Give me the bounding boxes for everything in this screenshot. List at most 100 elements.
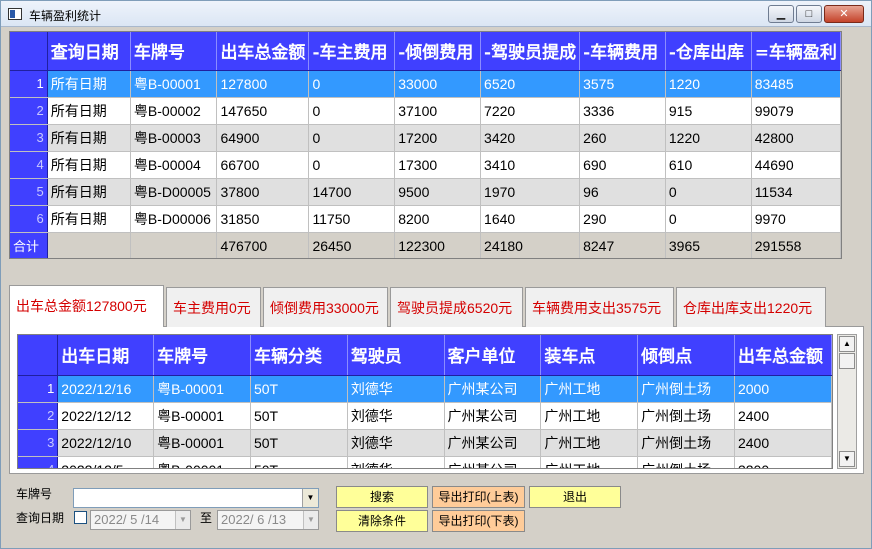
plate-combobox[interactable]: ▼ (73, 488, 319, 508)
col-header-customer[interactable]: 客户单位 (444, 335, 542, 376)
cell-dump-point[interactable]: 广州倒土场 (637, 375, 735, 403)
cell-plate[interactable]: 粤B-D00005 (130, 178, 218, 206)
cell-driver-commission[interactable]: 3410 (480, 151, 581, 179)
row-number[interactable]: 1 (18, 375, 59, 403)
cell-loading-point[interactable]: 广州工地 (540, 402, 639, 430)
summary-row[interactable]: 6 所有日期 粤B-D00006 31850 11750 8200 1640 2… (10, 205, 841, 233)
tab-driver-commission[interactable]: 驾驶员提成6520元 (390, 287, 523, 327)
col-header-owner-fee[interactable]: -车主费用 (308, 32, 396, 71)
cell-plate[interactable]: 粤B-00002 (130, 97, 218, 125)
cell-query-date[interactable]: 所有日期 (47, 70, 131, 98)
row-number[interactable]: 5 (10, 178, 48, 206)
date-to-picker[interactable]: 2022/ 6 /13 ▼ (217, 510, 319, 530)
cell-vehicle-class[interactable]: 50T (250, 456, 348, 468)
cell-plate[interactable]: 粤B-00001 (153, 456, 251, 468)
detail-grid[interactable]: 出车日期 车牌号 车辆分类 驾驶员 客户单位 装车点 倾倒点 出车总金额 1 2… (17, 334, 833, 469)
cell-warehouse-out[interactable]: 0 (665, 178, 752, 206)
detail-row[interactable]: 3 2022/12/10 粤B-00001 50T 刘德华 广州某公司 广州工地… (18, 429, 832, 457)
summary-row[interactable]: 5 所有日期 粤B-D00005 37800 14700 9500 1970 9… (10, 178, 841, 206)
summary-row[interactable]: 4 所有日期 粤B-00004 66700 0 17300 3410 690 6… (10, 151, 841, 179)
cell-owner-fee[interactable]: 0 (308, 97, 396, 125)
cell-driver-commission[interactable]: 1640 (480, 205, 581, 233)
cell-customer[interactable]: 广州某公司 (444, 402, 542, 430)
cell-vehicle-profit[interactable]: 44690 (751, 151, 841, 179)
tab-vehicle-fee[interactable]: 车辆费用支出3575元 (525, 287, 674, 327)
search-button[interactable]: 搜索 (336, 486, 428, 508)
cell-warehouse-out[interactable]: 610 (665, 151, 752, 179)
row-number[interactable]: 4 (18, 456, 59, 468)
cell-total-amount[interactable]: 37800 (216, 178, 310, 206)
cell-driver-commission[interactable]: 6520 (480, 70, 581, 98)
date-from-picker[interactable]: 2022/ 5 /14 ▼ (90, 510, 191, 530)
scroll-down-button[interactable]: ▼ (839, 451, 855, 467)
detail-row[interactable]: 1 2022/12/16 粤B-00001 50T 刘德华 广州某公司 广州工地… (18, 375, 832, 403)
cell-owner-fee[interactable]: 11750 (308, 205, 396, 233)
cell-vehicle-profit[interactable]: 83485 (751, 70, 841, 98)
cell-vehicle-fee[interactable]: 290 (579, 205, 666, 233)
col-header-vehicle-profit[interactable]: =车辆盈利 (751, 32, 841, 71)
cell-total-amount[interactable]: 147650 (216, 97, 310, 125)
col-header-trip-date[interactable]: 出车日期 (57, 335, 155, 376)
cell-vehicle-class[interactable]: 50T (250, 402, 348, 430)
cell-dump-fee[interactable]: 17200 (394, 124, 482, 152)
scroll-thumb[interactable] (839, 353, 855, 369)
row-number[interactable]: 2 (10, 97, 48, 125)
summary-row[interactable]: 3 所有日期 粤B-00003 64900 0 17200 3420 260 1… (10, 124, 841, 152)
cell-dump-point[interactable]: 广州倒土场 (637, 429, 735, 457)
cell-driver[interactable]: 刘德华 (347, 375, 445, 403)
tab-warehouse-out[interactable]: 仓库出库支出1220元 (676, 287, 826, 327)
cell-plate[interactable]: 粤B-D00006 (130, 205, 218, 233)
col-header-warehouse-out[interactable]: -仓库出库 (665, 32, 752, 71)
tab-dump-fee[interactable]: 倾倒费用33000元 (263, 287, 388, 327)
cell-driver-commission[interactable]: 7220 (480, 97, 581, 125)
date-filter-checkbox[interactable] (74, 511, 87, 524)
col-header-driver-commission[interactable]: -驾驶员提成 (480, 32, 581, 71)
cell-plate[interactable]: 粤B-00003 (130, 124, 218, 152)
cell-dump-fee[interactable]: 33000 (394, 70, 482, 98)
cell-trip-date[interactable]: 2022/12/5 (57, 456, 155, 468)
cell-plate[interactable]: 粤B-00001 (153, 375, 251, 403)
cell-total-amount[interactable]: 127800 (216, 70, 310, 98)
col-header-query-date[interactable]: 查询日期 (47, 32, 131, 71)
cell-query-date[interactable]: 所有日期 (47, 97, 131, 125)
maximize-button[interactable]: □ (796, 5, 822, 23)
detail-row[interactable]: 4 2022/12/5 粤B-00001 50T 刘德华 广州某公司 广州工地 … (18, 456, 832, 468)
cell-plate[interactable]: 粤B-00001 (130, 70, 218, 98)
cell-trip-amount[interactable]: 2400 (734, 402, 832, 430)
cell-plate[interactable]: 粤B-00004 (130, 151, 218, 179)
cell-warehouse-out[interactable]: 0 (665, 205, 752, 233)
cell-driver[interactable]: 刘德华 (347, 429, 445, 457)
cell-vehicle-class[interactable]: 50T (250, 429, 348, 457)
export-print-bottom-button[interactable]: 导出打印(下表) (432, 510, 525, 532)
date-to-dropdown[interactable]: ▼ (303, 511, 318, 529)
date-from-dropdown[interactable]: ▼ (175, 511, 190, 529)
col-header-loading-point[interactable]: 装车点 (540, 335, 639, 376)
cell-total-amount[interactable]: 64900 (216, 124, 310, 152)
cell-trip-date[interactable]: 2022/12/10 (57, 429, 155, 457)
cell-warehouse-out[interactable]: 915 (665, 97, 752, 125)
cell-vehicle-profit[interactable]: 11534 (751, 178, 841, 206)
cell-dump-fee[interactable]: 37100 (394, 97, 482, 125)
col-header-total-amount[interactable]: 出车总金额 (216, 32, 310, 71)
cell-owner-fee[interactable]: 0 (308, 124, 396, 152)
cell-plate[interactable]: 粤B-00001 (153, 402, 251, 430)
cell-dump-fee[interactable]: 17300 (394, 151, 482, 179)
cell-driver-commission[interactable]: 1970 (480, 178, 581, 206)
row-number[interactable]: 1 (10, 70, 48, 98)
col-header-vehicle-fee[interactable]: -车辆费用 (579, 32, 666, 71)
row-number[interactable]: 3 (18, 429, 59, 457)
summary-grid[interactable]: 查询日期 车牌号 出车总金额 -车主费用 -倾倒费用 -驾驶员提成 -车辆费用 … (9, 31, 842, 259)
cell-vehicle-class[interactable]: 50T (250, 375, 348, 403)
cell-dump-point[interactable]: 广州倒土场 (637, 402, 735, 430)
summary-row[interactable]: 1 所有日期 粤B-00001 127800 0 33000 6520 3575… (10, 70, 841, 98)
col-header-vehicle-class[interactable]: 车辆分类 (250, 335, 348, 376)
cell-vehicle-fee[interactable]: 3575 (579, 70, 666, 98)
cell-vehicle-fee[interactable]: 690 (579, 151, 666, 179)
cell-vehicle-fee[interactable]: 3336 (579, 97, 666, 125)
cell-warehouse-out[interactable]: 1220 (665, 124, 752, 152)
cell-dump-fee[interactable]: 8200 (394, 205, 482, 233)
cell-vehicle-fee[interactable]: 260 (579, 124, 666, 152)
cell-query-date[interactable]: 所有日期 (47, 205, 131, 233)
cell-warehouse-out[interactable]: 1220 (665, 70, 752, 98)
col-header-trip-amount[interactable]: 出车总金额 (734, 335, 832, 376)
